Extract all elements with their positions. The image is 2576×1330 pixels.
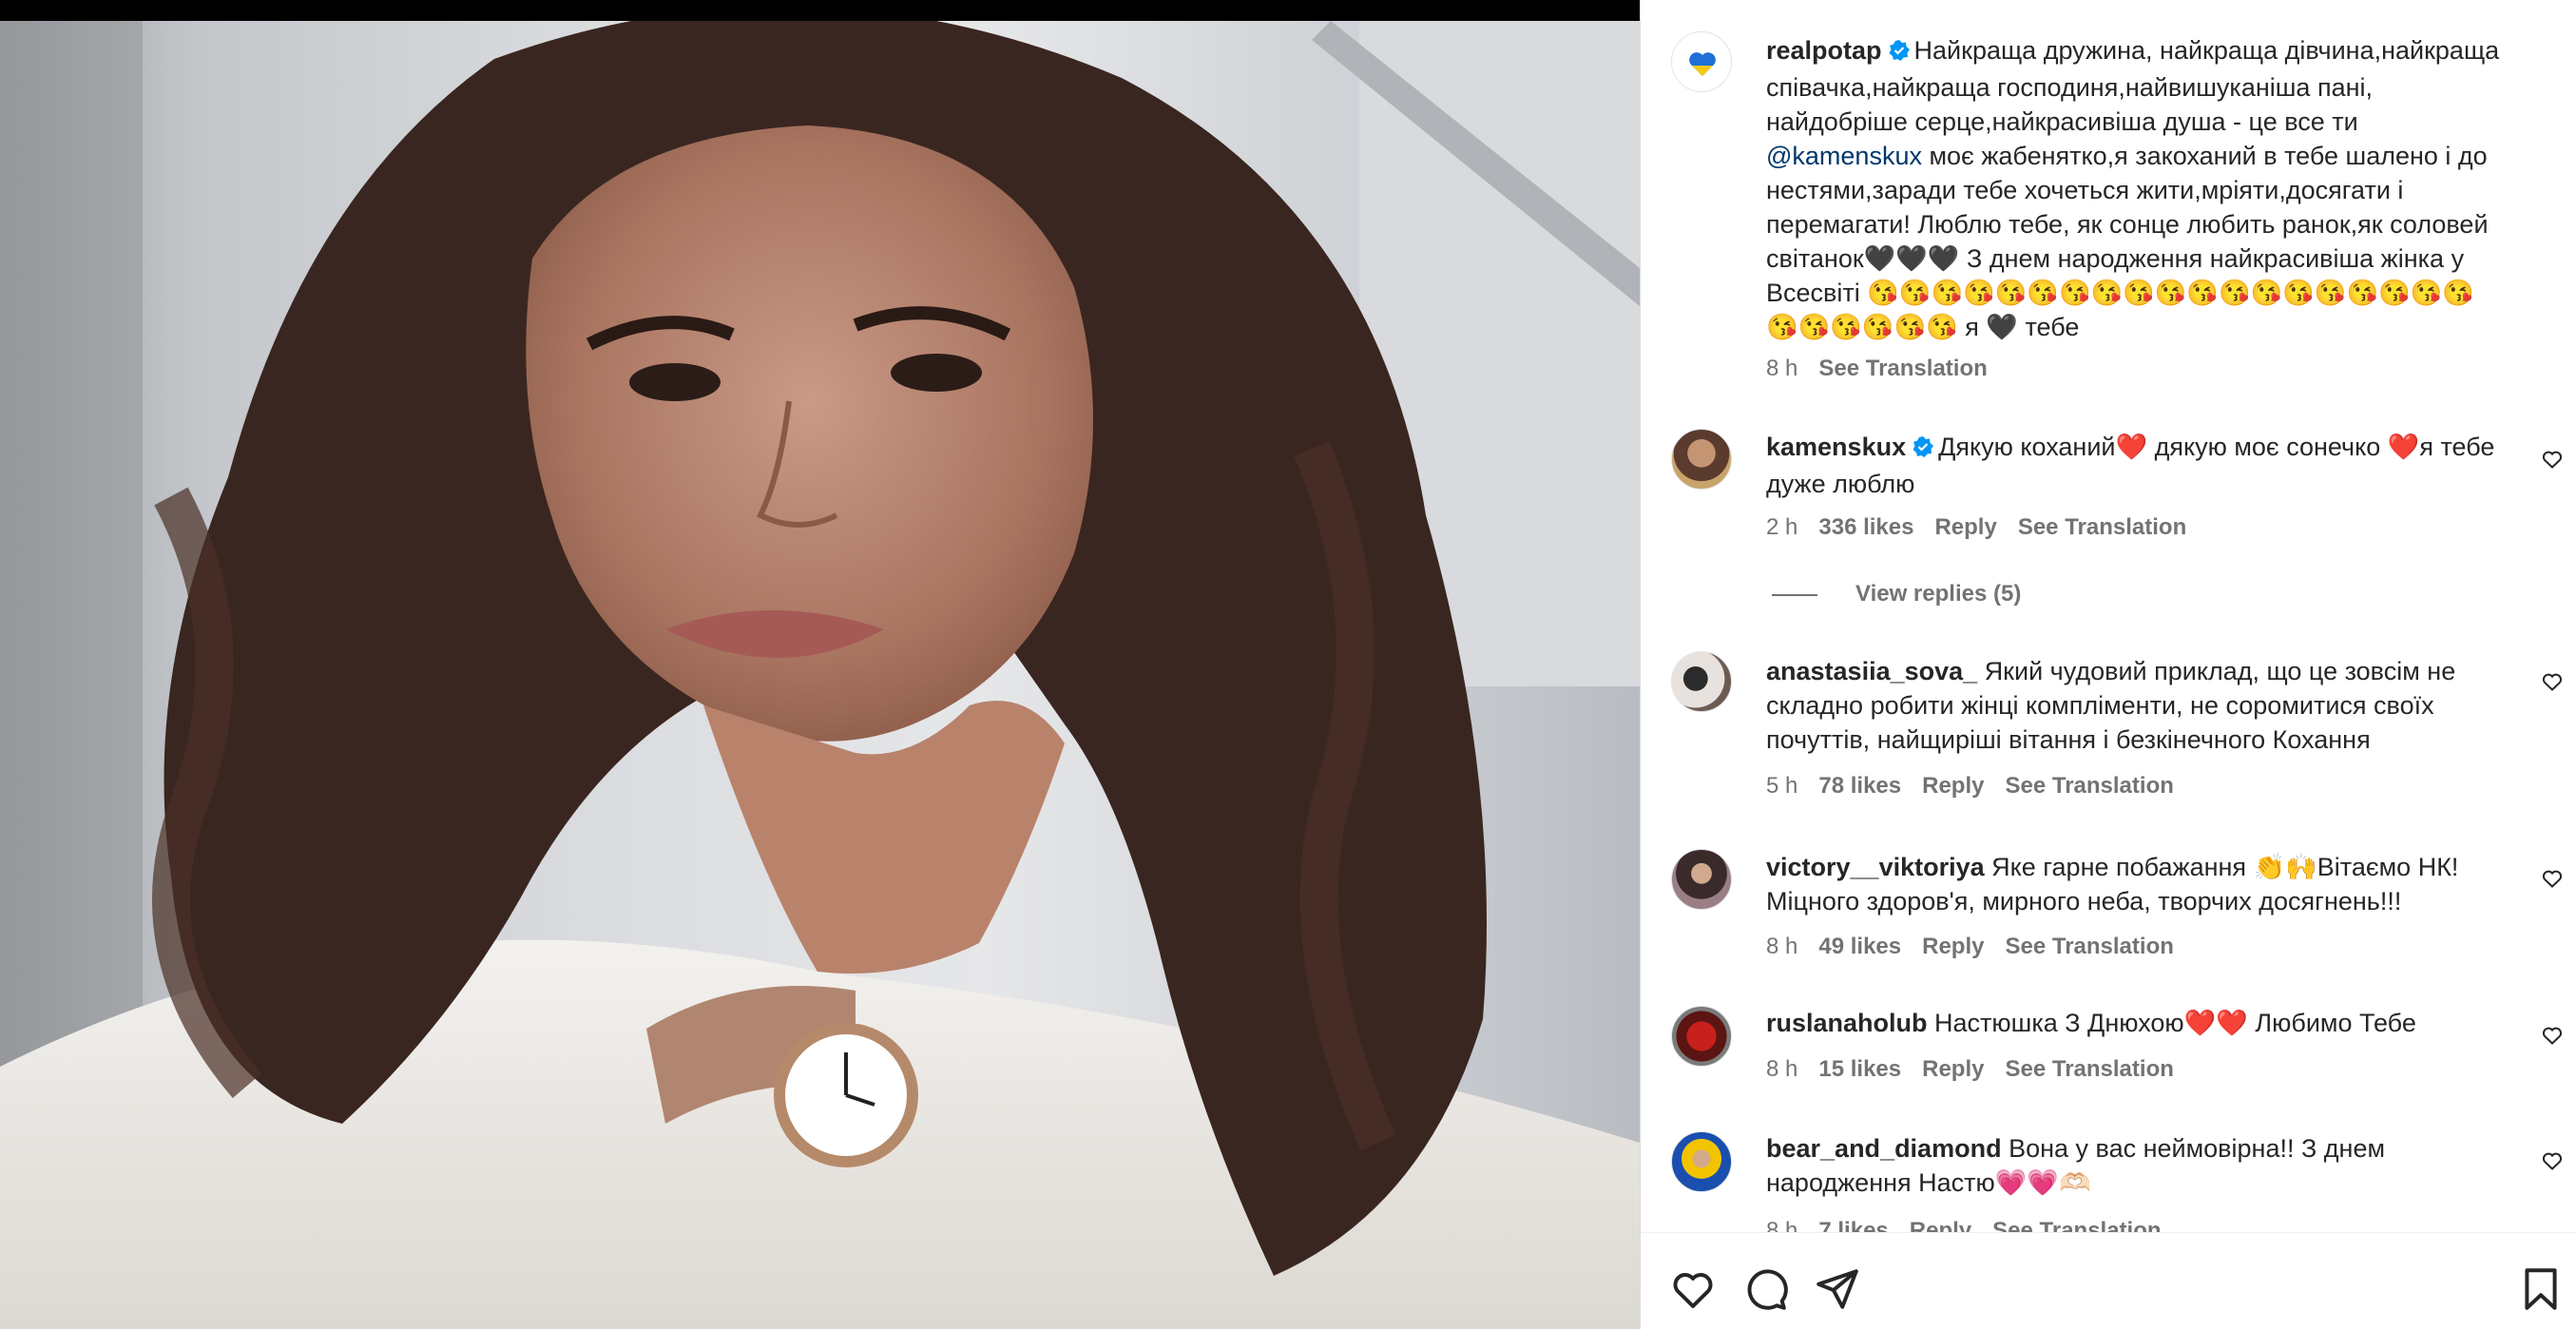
commenter-avatar[interactable]: [1671, 429, 1732, 490]
post-photo[interactable]: [0, 21, 1640, 1329]
verified-badge-icon: [1888, 36, 1911, 70]
comments-panel: realpotap Найкраща дружина, найкраща дівч…: [1640, 0, 2576, 1329]
comment-username[interactable]: victory__viktoriya: [1766, 853, 1985, 881]
comment-username[interactable]: kamenskux: [1766, 433, 1906, 461]
comment-like-heart-icon[interactable]: [2541, 867, 2564, 890]
comment-text: anastasiia_sova_ Який чудовий приклад, щ…: [1766, 654, 2504, 757]
comment-like-heart-icon[interactable]: [2541, 670, 2564, 693]
author-avatar[interactable]: [1671, 31, 1732, 92]
bookmark-icon[interactable]: [2517, 1265, 2565, 1313]
comment-meta: 8 h 49 likes Reply See Translation: [1766, 934, 2195, 960]
comment-see-translation[interactable]: See Translation: [2005, 773, 2173, 799]
comment-text: kamenskux Дякую коханий❤️ дякую моє сонеч…: [1766, 430, 2504, 501]
comment-text: victory__viktoriya Яке гарне побажання 👏…: [1766, 850, 2504, 918]
commenter-avatar[interactable]: [1671, 651, 1732, 712]
comment-bubble-icon[interactable]: [1741, 1265, 1789, 1313]
comment-text: bear_and_diamond Вона у вас неймовірна!!…: [1766, 1131, 2504, 1200]
caption-mention-link[interactable]: @kamenskux: [1766, 142, 1922, 170]
portrait-image: [0, 21, 1640, 1329]
commenter-avatar[interactable]: [1671, 1131, 1732, 1192]
comment-time: 5 h: [1766, 773, 1798, 799]
photo-top-bar: [0, 0, 1640, 21]
comment-see-translation[interactable]: See Translation: [1992, 1218, 2161, 1232]
comment-reply-button[interactable]: Reply: [1910, 1218, 1971, 1232]
comment-reply-button[interactable]: Reply: [1922, 934, 1984, 959]
comment-time: 8 h: [1766, 1218, 1798, 1232]
post-author-name[interactable]: realpotap: [1766, 36, 1882, 65]
comment-like-heart-icon[interactable]: [2541, 448, 2564, 471]
comment-time: 2 h: [1766, 514, 1798, 540]
comment-see-translation[interactable]: See Translation: [2005, 934, 2173, 959]
comment-reply-button[interactable]: Reply: [1922, 1056, 1984, 1082]
post-action-bar: [1641, 1232, 2576, 1330]
view-replies-line: [1772, 593, 1817, 596]
comment-likes[interactable]: 7 likes: [1818, 1218, 1888, 1232]
view-replies-label: View replies (5): [1855, 581, 2022, 607]
comment-body: Настюшка З Днюхою❤️❤️ Любимо Тебе: [1934, 1009, 2416, 1037]
comment-see-translation[interactable]: See Translation: [2018, 514, 2186, 540]
comment-likes[interactable]: 15 likes: [1818, 1056, 1901, 1082]
comment-username[interactable]: ruslanaholub: [1766, 1009, 1928, 1037]
comment-meta: 5 h 78 likes Reply See Translation: [1766, 773, 2195, 800]
caption-part-2: моє жабенятко,я закоханий в тебе шалено …: [1766, 142, 2489, 341]
verified-badge-icon: [1912, 433, 1934, 467]
comment-text: ruslanaholub Настюшка З Днюхою❤️❤️ Любим…: [1766, 1006, 2504, 1040]
comment-like-heart-icon[interactable]: [2541, 1024, 2564, 1047]
comment-time: 8 h: [1766, 934, 1798, 959]
view-replies-button[interactable]: View replies (5): [1772, 581, 2021, 607]
comment-reply-button[interactable]: Reply: [1922, 773, 1984, 799]
paper-plane-icon[interactable]: [1814, 1265, 1861, 1313]
comment-username[interactable]: bear_and_diamond: [1766, 1134, 2002, 1163]
comment-time: 8 h: [1766, 1056, 1798, 1082]
comments-list[interactable]: realpotap Найкраща дружина, найкраща дівч…: [1641, 0, 2576, 1232]
caption-meta: 8 h See Translation: [1766, 356, 2009, 382]
commenter-avatar[interactable]: [1671, 1006, 1732, 1067]
commenter-avatar[interactable]: [1671, 849, 1732, 910]
comment-meta: 8 h 15 likes Reply See Translation: [1766, 1056, 2195, 1083]
caption-text: realpotap Найкраща дружина, найкраща дівч…: [1766, 33, 2504, 344]
caption-time: 8 h: [1766, 356, 1798, 381]
comment-likes[interactable]: 78 likes: [1818, 773, 1901, 799]
comment-meta: 2 h 336 likes Reply See Translation: [1766, 514, 2207, 541]
comment-reply-button[interactable]: Reply: [1934, 514, 1996, 540]
comment-like-heart-icon[interactable]: [2541, 1149, 2564, 1172]
comment-likes[interactable]: 336 likes: [1818, 514, 1913, 540]
heart-icon[interactable]: [1669, 1265, 1717, 1313]
caption-see-translation[interactable]: See Translation: [1818, 356, 1987, 381]
comment-likes[interactable]: 49 likes: [1818, 934, 1901, 959]
comment-username[interactable]: anastasiia_sova_: [1766, 657, 1977, 685]
comment-see-translation[interactable]: See Translation: [2005, 1056, 2173, 1082]
comment-meta: 8 h 7 likes Reply See Translation: [1766, 1218, 2182, 1232]
heart-flag-logo: [1689, 52, 1716, 76]
